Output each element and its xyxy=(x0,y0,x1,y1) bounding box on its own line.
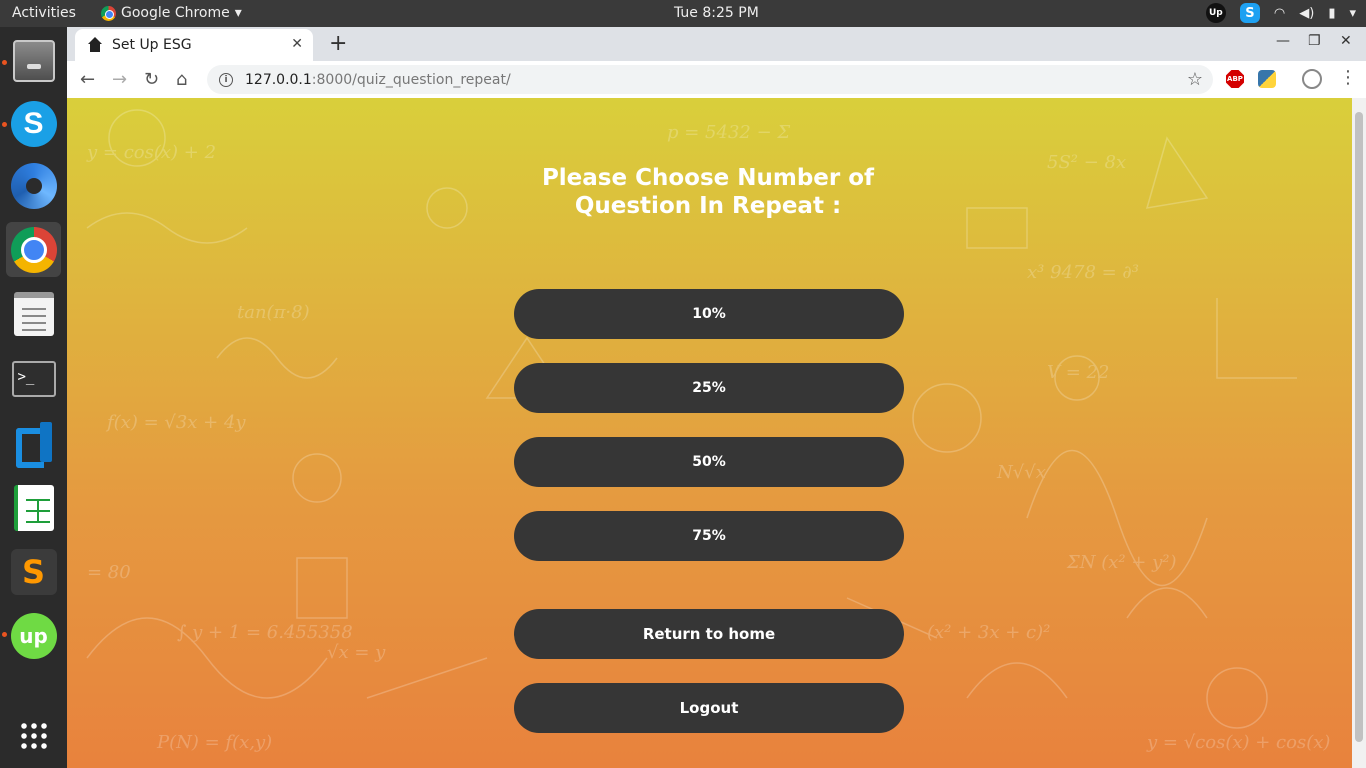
option-button-10[interactable]: 10% xyxy=(514,289,904,339)
browser-window: Set Up ESG ✕ + — ❐ ✕ ← → ↻ ⌂ i 127.0.0.1… xyxy=(67,27,1366,768)
svg-text:y = √cos(x) + cos(x): y = √cos(x) + cos(x) xyxy=(1146,732,1330,753)
profile-avatar-icon[interactable] xyxy=(1302,69,1322,89)
svg-text:V = 22: V = 22 xyxy=(1047,362,1109,383)
files-icon xyxy=(12,39,55,82)
svg-text:√x = y: √x = y xyxy=(327,642,386,663)
dock: S >_ S up xyxy=(0,27,67,768)
close-window-button[interactable]: ✕ xyxy=(1340,33,1352,49)
back-arrow-icon[interactable]: ← xyxy=(80,69,95,90)
upwork-icon: up xyxy=(10,612,57,659)
dropdown-arrow-icon: ▾ xyxy=(234,5,242,21)
info-icon[interactable]: i xyxy=(219,72,233,87)
svg-text:f(x) = √3x + 4y: f(x) = √3x + 4y xyxy=(105,412,246,433)
svg-text:∫ y + 1 = 6.455358: ∫ y + 1 = 6.455358 xyxy=(177,622,353,643)
battery-icon[interactable]: ▮ xyxy=(1328,6,1335,21)
tab-title: Set Up ESG xyxy=(112,37,192,53)
dock-text-editor[interactable] xyxy=(6,286,61,341)
app-grid-icon xyxy=(18,720,49,751)
logout-button[interactable]: Logout xyxy=(514,683,904,733)
forward-arrow-icon[interactable]: → xyxy=(112,69,127,90)
vscode-icon xyxy=(12,420,56,464)
dock-chrome[interactable] xyxy=(6,222,61,277)
chrome-icon xyxy=(101,5,116,21)
dock-skype[interactable]: S xyxy=(6,96,61,151)
volume-icon[interactable]: ◀) xyxy=(1299,6,1314,21)
home-icon[interactable]: ⌂ xyxy=(176,69,187,90)
svg-text:tan(π·8): tan(π·8) xyxy=(237,302,310,323)
close-tab-icon[interactable]: ✕ xyxy=(291,36,303,52)
wifi-icon[interactable]: ◠ xyxy=(1274,6,1285,21)
restore-button[interactable]: ❐ xyxy=(1308,33,1321,49)
minimize-button[interactable]: — xyxy=(1276,33,1290,49)
krita-icon xyxy=(10,162,57,209)
scrollbar-thumb[interactable] xyxy=(1355,112,1363,742)
address-bar[interactable]: i 127.0.0.1:8000/quiz_question_repeat/ ☆ xyxy=(207,65,1213,94)
page-title: Please Choose Number of Question In Repe… xyxy=(508,164,908,220)
svg-text:p = 5432 − Σ: p = 5432 − Σ xyxy=(667,122,790,143)
power-menu-icon[interactable]: ▾ xyxy=(1349,6,1356,21)
activities-button[interactable]: Activities xyxy=(12,5,76,21)
text-editor-icon xyxy=(13,291,54,336)
dock-terminal[interactable]: >_ xyxy=(6,351,61,406)
page-scrollbar[interactable] xyxy=(1352,98,1366,768)
dock-files[interactable] xyxy=(6,33,61,88)
skype-tray-icon[interactable]: S xyxy=(1239,3,1260,23)
sublime-icon: S xyxy=(10,548,57,595)
menu-kebab-icon[interactable]: ⋮ xyxy=(1339,67,1357,88)
dock-upwork[interactable]: up xyxy=(6,608,61,663)
show-applications-button[interactable] xyxy=(6,708,61,763)
spreadsheet-icon xyxy=(13,484,54,531)
system-tray: Up S ◠ ◀) ▮ ▾ xyxy=(1205,3,1356,23)
browser-toolbar: ← → ↻ ⌂ i 127.0.0.1:8000/quiz_question_r… xyxy=(67,61,1366,98)
upwork-tray-icon[interactable]: Up xyxy=(1205,3,1226,23)
svg-text:(x² + 3x + c)²: (x² + 3x + c)² xyxy=(927,622,1050,643)
option-button-50[interactable]: 50% xyxy=(514,437,904,487)
url-host: 127.0.0.1 xyxy=(245,71,312,88)
svg-text:= 80: = 80 xyxy=(87,562,131,583)
reload-icon[interactable]: ↻ xyxy=(144,69,159,90)
adblock-extension-icon[interactable]: ABP xyxy=(1226,70,1244,88)
tab-active[interactable]: Set Up ESG ✕ xyxy=(75,29,313,61)
dock-krita[interactable] xyxy=(6,158,61,213)
app-menu[interactable]: Google Chrome ▾ xyxy=(101,5,242,21)
dock-vscode[interactable] xyxy=(6,414,61,469)
option-button-75[interactable]: 75% xyxy=(514,511,904,561)
dock-calc[interactable] xyxy=(6,480,61,535)
svg-text:P(N) = f(x,y): P(N) = f(x,y) xyxy=(156,732,272,753)
return-home-button[interactable]: Return to home xyxy=(514,609,904,659)
python-extension-icon[interactable] xyxy=(1258,70,1276,88)
home-favicon-icon xyxy=(87,37,103,53)
bookmark-star-icon[interactable]: ☆ xyxy=(1187,69,1203,90)
terminal-icon: >_ xyxy=(11,360,56,397)
app-menu-label: Google Chrome xyxy=(121,5,230,21)
dock-sublime[interactable]: S xyxy=(6,544,61,599)
new-tab-button[interactable]: + xyxy=(329,31,347,56)
page-viewport: y = cos(x) + 2 p = 5432 − Σ 5S² − 8x f(x… xyxy=(67,98,1352,768)
clock[interactable]: Tue 8:25 PM xyxy=(674,5,759,21)
page-title-line2: Question In Repeat : xyxy=(574,193,842,219)
svg-text:ΣN (x² + y²): ΣN (x² + y²) xyxy=(1066,552,1177,573)
option-button-25[interactable]: 25% xyxy=(514,363,904,413)
svg-text:5S² − 8x: 5S² − 8x xyxy=(1047,152,1126,173)
page-title-line1: Please Choose Number of xyxy=(541,165,875,191)
system-top-bar: Activities Google Chrome ▾ Tue 8:25 PM U… xyxy=(0,0,1366,27)
svg-text:x³ 9478 = ∂³: x³ 9478 = ∂³ xyxy=(1027,262,1139,283)
url-path: :8000/quiz_question_repeat/ xyxy=(311,71,511,88)
svg-text:N√√x: N√√x xyxy=(996,462,1046,483)
tab-strip: Set Up ESG ✕ + — ❐ ✕ xyxy=(67,27,1366,61)
skype-icon: S xyxy=(10,100,57,147)
chrome-icon xyxy=(10,226,57,273)
svg-text:y = cos(x) + 2: y = cos(x) + 2 xyxy=(86,142,216,163)
